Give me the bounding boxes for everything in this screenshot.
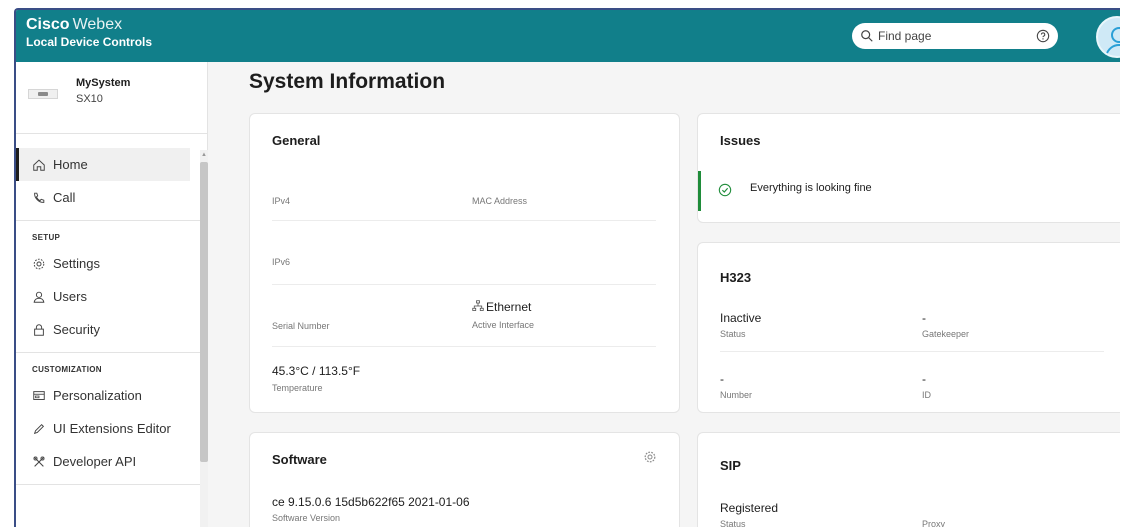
app-subtitle: Local Device Controls: [26, 34, 153, 49]
ipv6-label: IPv6: [272, 257, 291, 267]
mac-address-label: MAC Address: [472, 196, 528, 206]
sip-status-value: Registered: [720, 501, 779, 515]
software-version-value: ce 9.15.0.6 15d5b622f65 2021-01-06: [272, 495, 470, 509]
number-value: -: [720, 372, 724, 386]
card-title: H323: [720, 270, 752, 285]
main-content: System Information General IPv4 MAC Addr…: [208, 62, 1120, 527]
user-icon: [33, 291, 45, 303]
search-icon: [861, 30, 873, 42]
top-bar: Cisco Webex Local Device Controls: [16, 10, 1120, 62]
tools-icon: [33, 455, 45, 467]
monitor-icon: [33, 390, 45, 400]
software-card: Software ce 9.15.0.6 15d5b622f65 2021-01…: [249, 432, 680, 527]
lock-icon: [34, 323, 44, 336]
number-label: Number: [720, 390, 753, 400]
sidebar-item-label: Developer API: [53, 454, 137, 469]
search-input[interactable]: [878, 29, 1018, 43]
check-circle-icon: [718, 183, 732, 197]
status-indicator-bar: [698, 171, 701, 211]
phone-icon: [34, 192, 45, 203]
divider: [272, 220, 656, 221]
h323-status-label: Status: [720, 329, 746, 339]
sidebar-nav: Home Call SETUP Settings Users Security: [16, 148, 200, 491]
divider: [272, 284, 656, 285]
sidebar-item-label: Home: [53, 157, 88, 172]
card-title: SIP: [720, 458, 741, 473]
scrollbar-thumb[interactable]: [200, 162, 208, 462]
sidebar-item-label: Settings: [53, 256, 100, 271]
sidebar-item-home[interactable]: Home: [16, 148, 190, 181]
page-title: System Information: [249, 70, 446, 93]
brand-product: Webex: [72, 16, 123, 33]
home-icon: [33, 159, 45, 171]
network-icon: [472, 300, 484, 311]
section-header-customization: CUSTOMIZATION: [32, 364, 102, 374]
device-camera-icon: [28, 89, 58, 99]
sidebar-item-label: Personalization: [53, 388, 142, 403]
h323-card: H323 Inactive Status - Gatekeeper - Numb…: [697, 242, 1120, 413]
gear-icon: [33, 258, 45, 269]
section-header-setup: SETUP: [32, 232, 61, 242]
gatekeeper-value: -: [922, 311, 926, 325]
software-version-label: Software Version: [272, 513, 341, 523]
app-window: CiscoWebex Local Device Controls MySyste…: [14, 8, 1120, 527]
scroll-up-icon[interactable]: ▲: [201, 151, 207, 159]
gear-icon[interactable]: [643, 450, 657, 464]
sidebar-item-settings[interactable]: Settings: [16, 247, 200, 280]
sidebar: MySystem SX10 Home Call SETUP Settings U…: [16, 62, 208, 527]
serial-number-label: Serial Number: [272, 321, 330, 331]
sidebar-item-label: Security: [53, 322, 100, 337]
sidebar-item-developer-api[interactable]: Developer API: [16, 445, 200, 478]
ipv4-label: IPv4: [272, 196, 291, 206]
active-interface-text: Ethernet: [486, 300, 532, 314]
issues-card: Issues Everything is looking fine: [697, 113, 1120, 223]
brand: Cisco Webex Local Device Controls: [26, 16, 153, 49]
issues-message: Everything is looking fine: [750, 182, 872, 194]
sidebar-item-label: UI Extensions Editor: [53, 421, 171, 436]
help-icon[interactable]: [1036, 29, 1050, 43]
temperature-label: Temperature: [272, 383, 323, 393]
sidebar-item-call[interactable]: Call: [16, 181, 200, 214]
search-box[interactable]: [852, 23, 1058, 49]
id-label: ID: [922, 390, 931, 400]
sip-card: SIP Registered Status Proxy: [697, 432, 1120, 527]
temperature-value: 45.3°C / 113.5°F: [272, 364, 361, 378]
card-title: General: [272, 133, 321, 148]
active-interface-value: Ethernet: [472, 300, 531, 314]
sip-status-label: Status: [720, 519, 746, 527]
proxy-label: Proxy: [922, 519, 946, 527]
divider: [16, 220, 200, 221]
divider: [272, 346, 656, 347]
device-name: MySystem: [76, 77, 131, 89]
id-value: -: [922, 372, 926, 386]
brand-name: Cisco: [26, 16, 70, 33]
sidebar-item-ui-extensions-editor[interactable]: UI Extensions Editor: [16, 412, 200, 445]
device-header: MySystem SX10: [16, 62, 208, 134]
active-interface-label: Active Interface: [472, 320, 535, 330]
card-title: Software: [272, 452, 327, 467]
device-model: SX10: [76, 93, 103, 105]
h323-status-value: Inactive: [720, 311, 762, 325]
sidebar-item-users[interactable]: Users: [16, 280, 200, 313]
sidebar-scrollbar[interactable]: ▲: [200, 150, 208, 527]
pencil-icon: [33, 423, 45, 434]
general-card: General IPv4 MAC Address IPv6 Serial Num…: [249, 113, 680, 413]
card-title: Issues: [720, 133, 761, 148]
gatekeeper-label: Gatekeeper: [922, 329, 970, 339]
divider: [16, 352, 200, 353]
sidebar-item-label: Users: [53, 289, 87, 304]
divider: [16, 484, 200, 485]
sidebar-item-personalization[interactable]: Personalization: [16, 379, 200, 412]
sidebar-item-security[interactable]: Security: [16, 313, 200, 346]
divider: [720, 351, 1104, 352]
avatar[interactable]: [1096, 16, 1120, 58]
sidebar-item-label: Call: [53, 190, 76, 205]
user-avatar-icon: [1105, 27, 1120, 56]
